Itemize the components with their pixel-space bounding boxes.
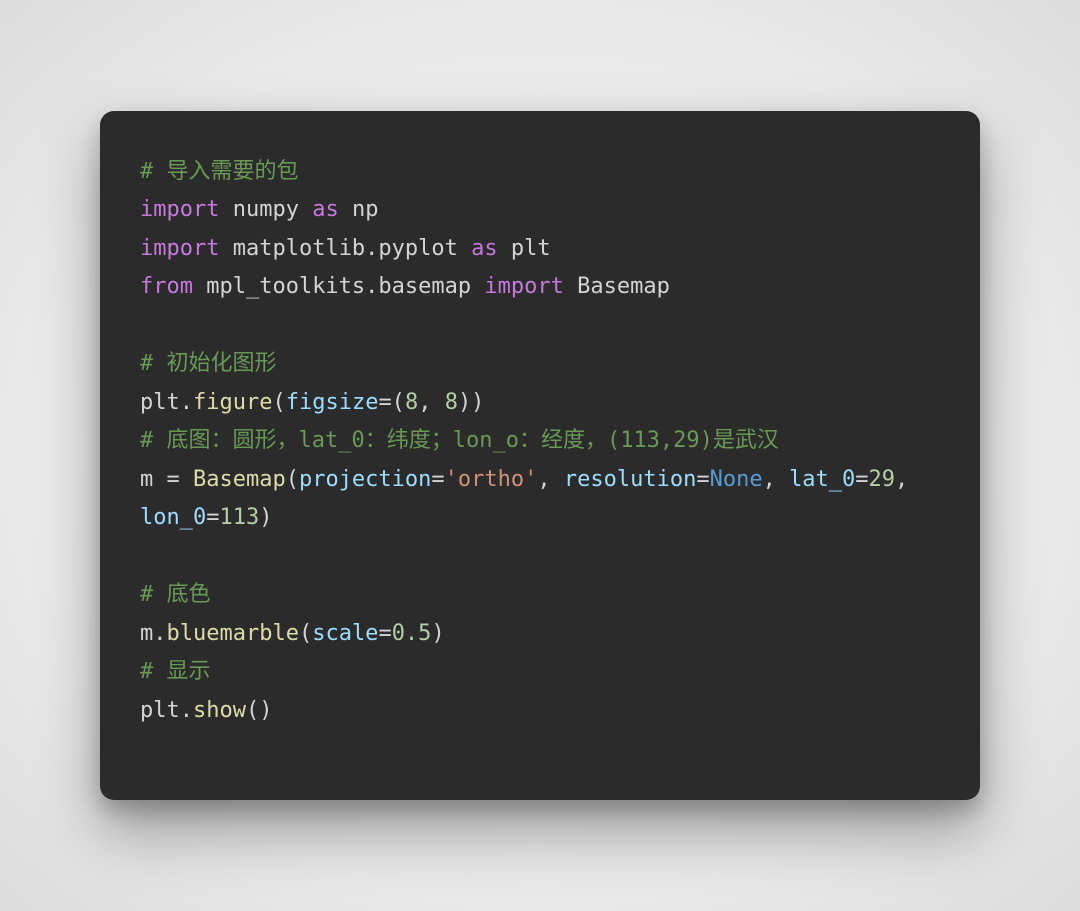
code-token: = bbox=[431, 467, 444, 492]
code-token: = bbox=[206, 505, 219, 530]
code-token: import bbox=[484, 274, 563, 299]
code-token: bluemarble bbox=[167, 621, 299, 646]
code-token: () bbox=[246, 698, 273, 723]
code-token: )) bbox=[458, 390, 485, 415]
code-token: projection bbox=[299, 467, 431, 492]
code-token: import bbox=[140, 236, 219, 261]
code-token: m = bbox=[140, 467, 193, 492]
code-token: # 显示 bbox=[140, 659, 211, 684]
code-token: # 初始化图形 bbox=[140, 351, 277, 376]
code-token: ( bbox=[272, 390, 285, 415]
code-token: matplotlib.pyplot bbox=[219, 236, 471, 261]
code-token: 8 bbox=[445, 390, 458, 415]
code-token: resolution bbox=[564, 467, 696, 492]
code-token: m. bbox=[140, 621, 167, 646]
code-token: ) bbox=[259, 505, 272, 530]
code-token: as bbox=[471, 236, 498, 261]
code-token: Basemap bbox=[193, 467, 286, 492]
code-token: = bbox=[855, 467, 868, 492]
code-token: None bbox=[710, 467, 763, 492]
code-token: , bbox=[895, 467, 922, 492]
code-token: plt. bbox=[140, 390, 193, 415]
code-token: ( bbox=[286, 467, 299, 492]
code-token: # 底图：圆形，lat_0：纬度；lon_o：经度，(113,29)是武汉 bbox=[140, 428, 779, 453]
code-token: = bbox=[378, 621, 391, 646]
code-token: ) bbox=[431, 621, 444, 646]
code-token: plt bbox=[498, 236, 551, 261]
code-token: # 导入需要的包 bbox=[140, 159, 299, 184]
code-token: figsize bbox=[286, 390, 379, 415]
code-block: # 导入需要的包 import numpy as np import matpl… bbox=[140, 153, 940, 731]
code-token: , bbox=[418, 390, 445, 415]
code-token: lat_0 bbox=[789, 467, 855, 492]
code-token: mpl_toolkits.basemap bbox=[193, 274, 484, 299]
code-token: , bbox=[763, 467, 790, 492]
code-token: 0.5 bbox=[392, 621, 432, 646]
code-token: =( bbox=[378, 390, 405, 415]
code-token: ( bbox=[299, 621, 312, 646]
code-token: scale bbox=[312, 621, 378, 646]
code-token: show bbox=[193, 698, 246, 723]
code-token: 'ortho' bbox=[445, 467, 538, 492]
code-token: figure bbox=[193, 390, 272, 415]
code-card: # 导入需要的包 import numpy as np import matpl… bbox=[100, 111, 980, 801]
code-token: 29 bbox=[869, 467, 896, 492]
code-token: plt. bbox=[140, 698, 193, 723]
code-token: 8 bbox=[405, 390, 418, 415]
code-token: , bbox=[537, 467, 564, 492]
code-token: # 底色 bbox=[140, 582, 211, 607]
code-token: from bbox=[140, 274, 193, 299]
code-token: import bbox=[140, 197, 219, 222]
code-token: as bbox=[312, 197, 339, 222]
code-token: Basemap bbox=[564, 274, 670, 299]
code-token: 113 bbox=[219, 505, 259, 530]
code-token: numpy bbox=[219, 197, 312, 222]
code-token: lon_0 bbox=[140, 505, 206, 530]
code-token: = bbox=[696, 467, 709, 492]
code-token: np bbox=[339, 197, 379, 222]
